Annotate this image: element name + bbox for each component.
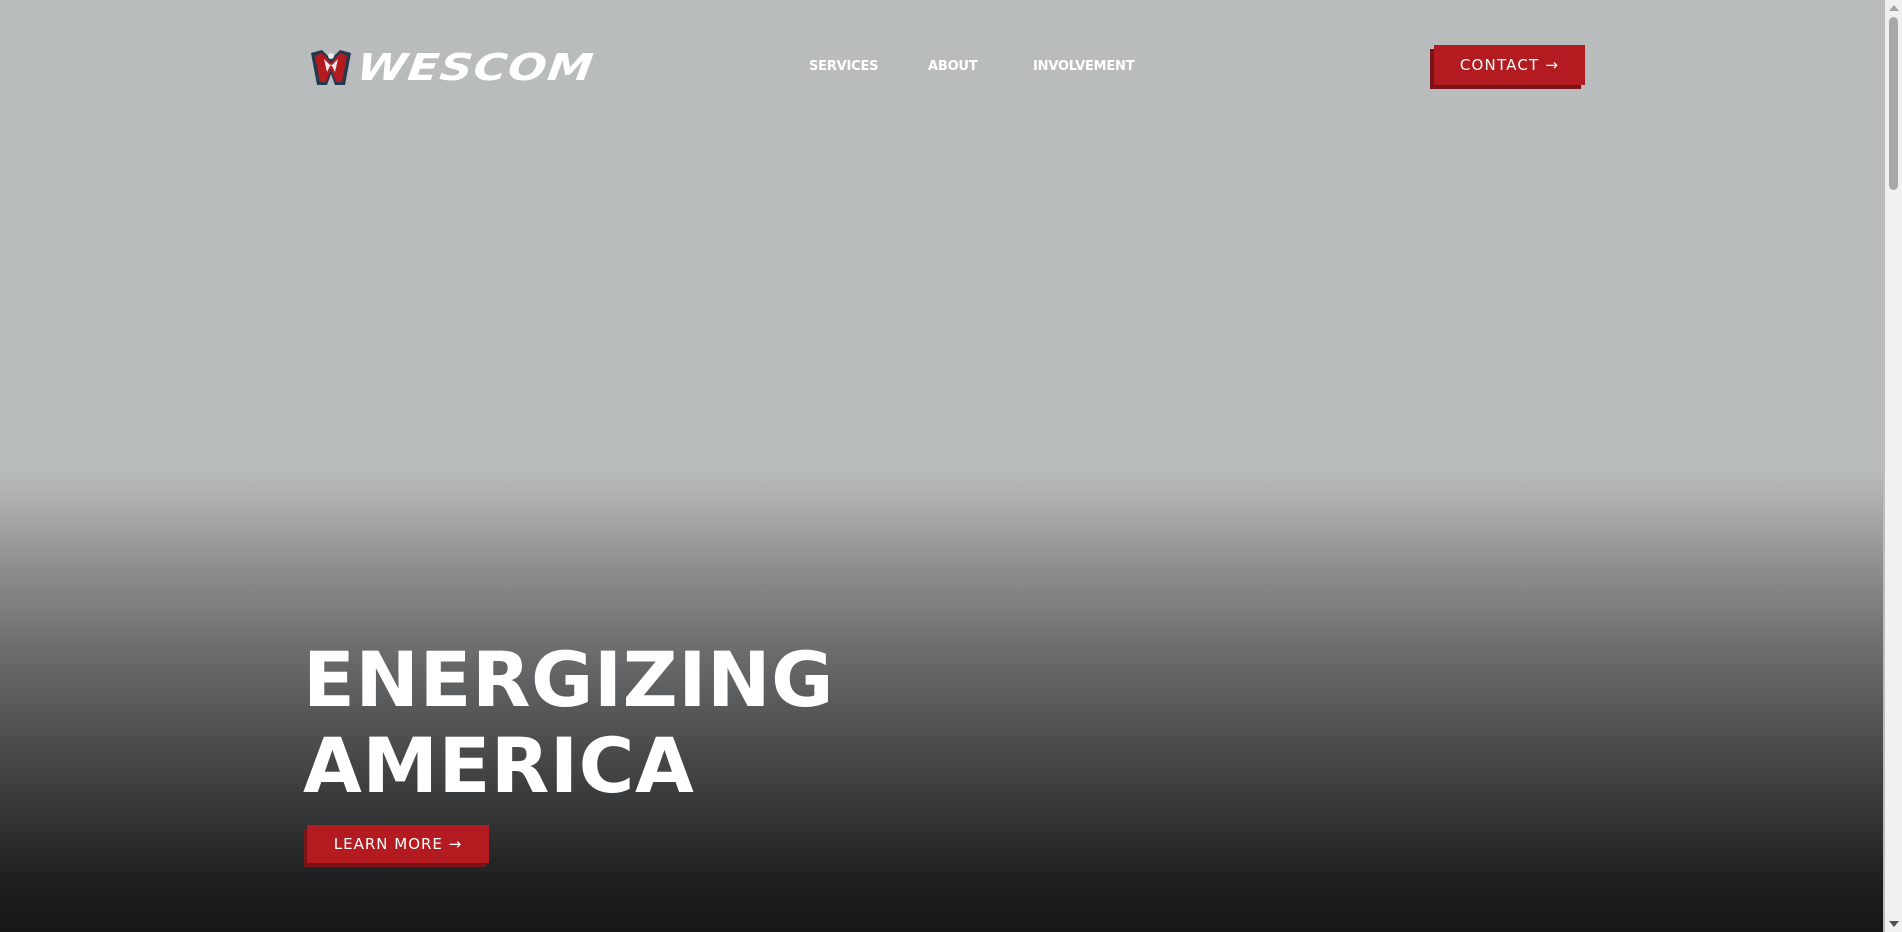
vertical-scrollbar[interactable] <box>1885 0 1902 932</box>
scroll-down-arrow-icon[interactable] <box>1889 921 1899 927</box>
contact-button[interactable]: CONTACT → <box>1434 45 1585 85</box>
nav-services[interactable]: SERVICES <box>809 59 879 74</box>
hero-section: WESCOM SERVICES ABOUT INVOLVEMENT CONTAC… <box>0 0 1883 932</box>
nav-about[interactable]: ABOUT <box>928 59 978 74</box>
hero-headline: ENERGIZING AMERICA <box>303 637 834 809</box>
learn-more-button[interactable]: LEARN MORE → <box>307 825 489 863</box>
wescom-emblem-icon <box>311 50 351 85</box>
headline-line-2: AMERICA <box>303 721 695 810</box>
nav-involvement[interactable]: INVOLVEMENT <box>1033 59 1135 74</box>
scroll-up-arrow-icon[interactable] <box>1889 5 1899 11</box>
scrollbar-thumb[interactable] <box>1889 17 1898 190</box>
headline-line-1: ENERGIZING <box>303 635 834 724</box>
logo-wordmark: WESCOM <box>354 46 597 89</box>
logo[interactable]: WESCOM <box>310 46 597 89</box>
